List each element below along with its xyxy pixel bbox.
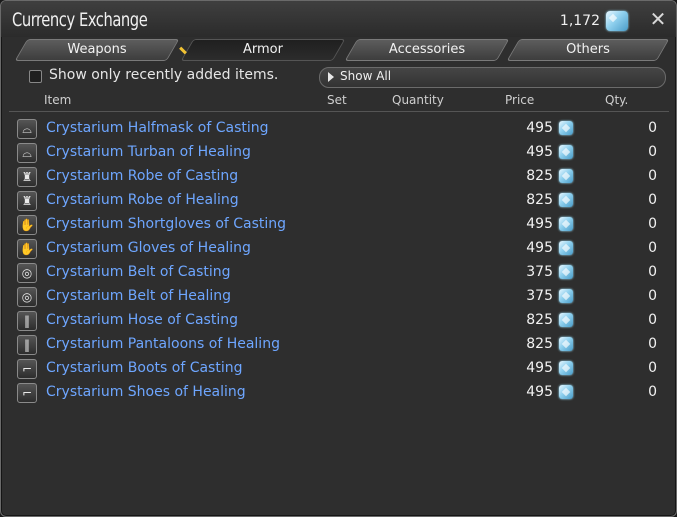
title-bar[interactable]: Currency Exchange 1,172 ✕ <box>1 1 676 37</box>
head-gear-icon: ⌓ <box>17 119 37 139</box>
window-title: Currency Exchange <box>12 9 148 31</box>
currency-amount: 1,172 <box>559 13 600 29</box>
column-qty[interactable]: Qty. <box>605 93 628 107</box>
gloves-icon: ✋ <box>17 239 37 259</box>
tomestone-icon <box>559 169 573 183</box>
item-qty: 0 <box>648 192 657 208</box>
column-quantity[interactable]: Quantity <box>392 93 444 107</box>
tab-others-label: Others <box>566 42 610 57</box>
item-price: 825 <box>526 168 553 184</box>
feet-icon: ⌐ <box>17 359 37 379</box>
tomestone-icon <box>559 337 573 351</box>
item-name[interactable]: Crystarium Belt of Casting <box>46 264 231 280</box>
item-row[interactable]: ♜ Crystarium Robe of Healing 825 0 <box>15 189 665 213</box>
item-name[interactable]: Crystarium Boots of Casting <box>46 360 243 376</box>
tomestone-icon <box>559 217 573 231</box>
item-row[interactable]: ‖ Crystarium Hose of Casting 825 0 <box>15 309 665 333</box>
item-row[interactable]: ◎ Crystarium Belt of Healing 375 0 <box>15 285 665 309</box>
body-armor-icon: ♜ <box>17 191 37 211</box>
item-qty: 0 <box>648 120 657 136</box>
item-row[interactable]: ⌐ Crystarium Shoes of Healing 495 0 <box>15 381 665 405</box>
item-price: 825 <box>526 336 553 352</box>
tab-others[interactable]: Others <box>506 39 670 61</box>
item-name[interactable]: Crystarium Shoes of Healing <box>46 384 246 400</box>
item-row[interactable]: ♜ Crystarium Robe of Casting 825 0 <box>15 165 665 189</box>
head-gear-icon: ⌓ <box>17 143 37 163</box>
item-name[interactable]: Crystarium Halfmask of Casting <box>46 120 269 136</box>
tab-accessories-label: Accessories <box>388 42 466 57</box>
currency-exchange-window: Currency Exchange 1,172 ✕ Weapons Armor … <box>0 0 677 517</box>
tomestone-icon <box>559 361 573 375</box>
recent-items-label: Show only recently added items. <box>49 67 279 83</box>
legs-icon: ‖ <box>17 311 37 331</box>
item-name[interactable]: Crystarium Belt of Healing <box>46 288 231 304</box>
tab-armor-label: Armor <box>243 42 283 57</box>
item-row[interactable]: ⌓ Crystarium Turban of Healing 495 0 <box>15 141 665 165</box>
tomestone-icon <box>559 289 573 303</box>
recent-items-checkbox[interactable] <box>29 70 42 83</box>
tab-weapons-label: Weapons <box>67 42 127 57</box>
column-set[interactable]: Set <box>327 93 347 107</box>
category-tabs: Weapons Armor Accessories Others <box>14 39 670 61</box>
item-name[interactable]: Crystarium Robe of Healing <box>46 192 239 208</box>
tomestone-icon <box>559 313 573 327</box>
item-price: 375 <box>526 264 553 280</box>
feet-icon: ⌐ <box>17 383 37 403</box>
item-qty: 0 <box>648 336 657 352</box>
gloves-icon: ✋ <box>17 215 37 235</box>
item-price: 495 <box>526 120 553 136</box>
column-item[interactable]: Item <box>44 93 71 107</box>
body-armor-icon: ♜ <box>17 167 37 187</box>
item-name[interactable]: Crystarium Gloves of Healing <box>46 240 251 256</box>
tab-weapons[interactable]: Weapons <box>14 39 180 61</box>
tomestone-icon <box>559 385 573 399</box>
item-name[interactable]: Crystarium Pantaloons of Healing <box>46 336 280 352</box>
dropdown-selected-label: Show All <box>340 69 392 83</box>
item-row[interactable]: ✋ Crystarium Gloves of Healing 495 0 <box>15 237 665 261</box>
item-qty: 0 <box>648 264 657 280</box>
item-qty: 0 <box>648 144 657 160</box>
tomestone-icon <box>559 121 573 135</box>
tomestone-icon <box>559 145 573 159</box>
item-qty: 0 <box>648 288 657 304</box>
item-qty: 0 <box>648 168 657 184</box>
item-qty: 0 <box>648 360 657 376</box>
item-name[interactable]: Crystarium Shortgloves of Casting <box>46 216 286 232</box>
close-icon[interactable]: ✕ <box>648 9 668 29</box>
tomestone-icon <box>559 241 573 255</box>
item-row[interactable]: ⌓ Crystarium Halfmask of Casting 495 0 <box>15 117 665 141</box>
item-row[interactable]: ‖ Crystarium Pantaloons of Healing 825 0 <box>15 333 665 357</box>
item-qty: 0 <box>648 216 657 232</box>
item-name[interactable]: Crystarium Turban of Healing <box>46 144 251 160</box>
item-price: 495 <box>526 240 553 256</box>
belt-icon: ◎ <box>17 263 37 283</box>
play-arrow-icon <box>328 72 334 82</box>
item-price: 495 <box>526 384 553 400</box>
item-row[interactable]: ◎ Crystarium Belt of Casting 375 0 <box>15 261 665 285</box>
tomestone-icon <box>559 193 573 207</box>
item-price: 495 <box>526 360 553 376</box>
tab-armor[interactable]: Armor <box>180 39 346 61</box>
item-name[interactable]: Crystarium Robe of Casting <box>46 168 238 184</box>
belt-icon: ◎ <box>17 287 37 307</box>
legs-icon: ‖ <box>17 335 37 355</box>
item-qty: 0 <box>648 312 657 328</box>
item-price: 825 <box>526 192 553 208</box>
item-row[interactable]: ✋ Crystarium Shortgloves of Casting 495 … <box>15 213 665 237</box>
show-filter-dropdown[interactable]: Show All <box>319 67 666 88</box>
item-price: 825 <box>526 312 553 328</box>
item-row[interactable]: ⌐ Crystarium Boots of Casting 495 0 <box>15 357 665 381</box>
item-qty: 0 <box>648 240 657 256</box>
column-headers: Item Set Quantity Price Qty. <box>9 93 669 112</box>
tomestone-icon <box>559 265 573 279</box>
allagan-tomestone-icon <box>606 11 628 31</box>
tab-accessories[interactable]: Accessories <box>344 39 510 61</box>
item-price: 495 <box>526 144 553 160</box>
column-price[interactable]: Price <box>505 93 534 107</box>
item-qty: 0 <box>648 384 657 400</box>
item-price: 375 <box>526 288 553 304</box>
item-price: 495 <box>526 216 553 232</box>
item-name[interactable]: Crystarium Hose of Casting <box>46 312 238 328</box>
